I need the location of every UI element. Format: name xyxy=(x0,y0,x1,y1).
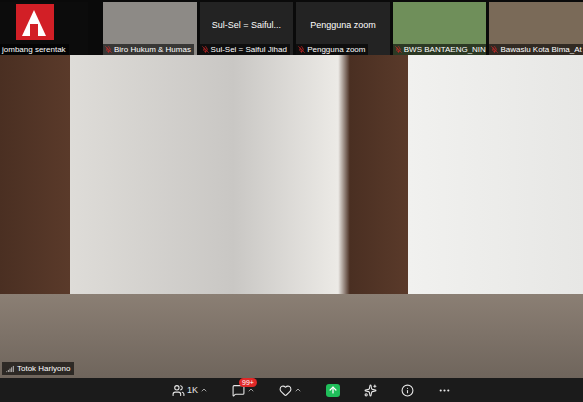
heart-icon xyxy=(279,384,292,397)
caret-icon[interactable] xyxy=(294,386,302,394)
caret-icon[interactable] xyxy=(247,386,255,394)
mic-off-icon xyxy=(395,46,402,53)
more-icon xyxy=(438,384,451,397)
caret-icon[interactable] xyxy=(200,386,208,394)
reactions-button[interactable] xyxy=(279,384,302,397)
participant-tile[interactable]: Biro Hukum & Humas xyxy=(103,2,197,55)
more-button[interactable] xyxy=(438,384,451,397)
participant-tile[interactable]: Sul-Sel = Saiful... Sul-Sel = Saiful Jiha… xyxy=(200,2,294,55)
share-icon xyxy=(326,384,340,397)
participant-label: BWS BANTAENG_NIN xyxy=(393,44,487,55)
share-button[interactable] xyxy=(326,384,340,397)
info-icon xyxy=(401,384,414,397)
participant-label: jombang serentak xyxy=(0,44,69,55)
participant-tile[interactable]: jombang serentak xyxy=(0,2,88,55)
chat-badge: 99+ xyxy=(239,378,257,387)
mic-off-icon xyxy=(105,46,112,53)
chat-button[interactable]: 99+ xyxy=(232,384,255,397)
participant-caption: Pengguna zoom xyxy=(310,20,376,30)
speaker-label: Totok Hariyono xyxy=(2,362,74,375)
companion-button[interactable] xyxy=(364,384,377,397)
mic-off-icon xyxy=(202,46,209,53)
speaker-video: Totok Hariyono xyxy=(0,55,583,378)
participant-label: Biro Hukum & Humas xyxy=(103,44,194,55)
participants-button[interactable]: 1K xyxy=(172,384,208,397)
participant-tile[interactable]: Pengguna zoom Pengguna zoom xyxy=(296,2,390,55)
info-button[interactable] xyxy=(401,384,414,397)
participant-tile[interactable]: BWS BANTAENG_NIN xyxy=(393,2,487,55)
sparkle-icon xyxy=(364,384,377,397)
participant-label: Pengguna zoom xyxy=(296,44,368,55)
mic-off-icon xyxy=(298,46,305,53)
participant-label: Sul-Sel = Saiful Jihad xyxy=(200,44,290,55)
participants-icon xyxy=(172,384,185,397)
participant-tile[interactable]: Bawaslu Kota Bima_At xyxy=(489,2,583,55)
logo-icon xyxy=(14,2,56,42)
zoom-window: jombang serentak Biro Hukum & Humas Sul-Se… xyxy=(0,0,583,402)
meeting-toolbar: 1K 99+ xyxy=(0,378,583,402)
mic-off-icon xyxy=(491,46,498,53)
participant-label: Bawaslu Kota Bima_At xyxy=(489,44,583,55)
signal-icon xyxy=(6,365,14,373)
participant-strip: jombang serentak Biro Hukum & Humas Sul-Se… xyxy=(0,0,583,55)
participant-caption: Sul-Sel = Saiful... xyxy=(212,20,281,30)
